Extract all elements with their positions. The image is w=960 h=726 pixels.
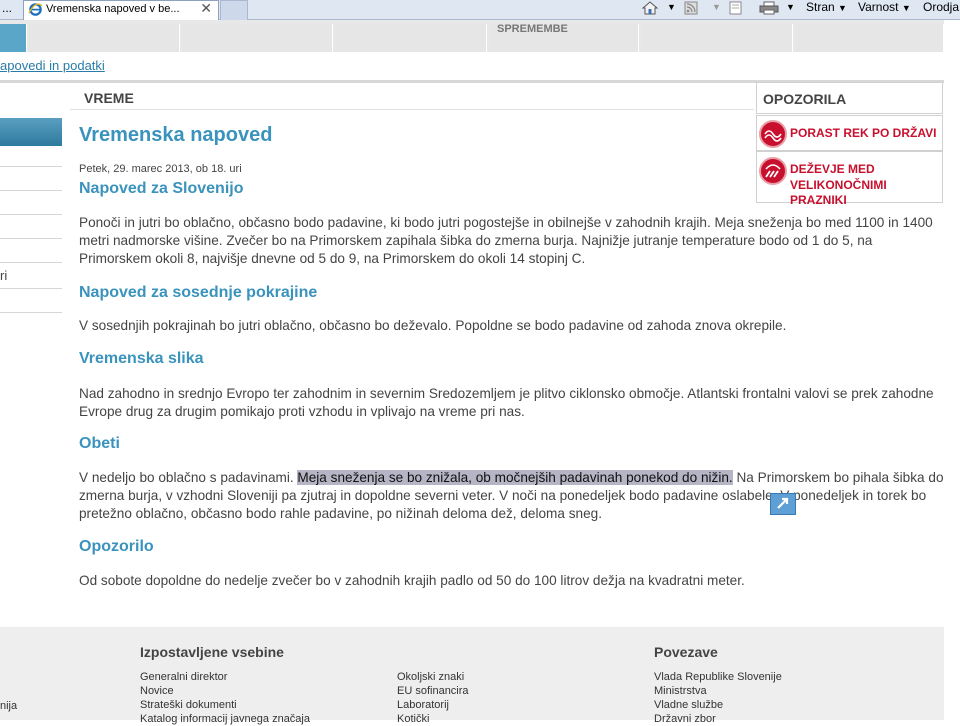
sidebar-item-label[interactable]: ri: [0, 268, 7, 283]
nav-item[interactable]: [335, 24, 487, 52]
sidebar-divider: [0, 238, 62, 239]
warnings-header-label: OPOZORILA: [763, 91, 847, 107]
text-vremenska-slika: Nad zahodno in srednjo Evropo ter zahodn…: [79, 386, 934, 419]
breadcrumb-link[interactable]: apovedi in podatki: [0, 58, 105, 73]
ie-logo-icon: [28, 3, 43, 16]
footer-link[interactable]: Novice: [140, 684, 174, 698]
text-obeti-before: V nedeljo bo oblačno s padavinami.: [79, 470, 298, 485]
page-footer: nija Izpostavljene vsebine Generalni dir…: [0, 627, 944, 725]
tools-menu[interactable]: Orodja: [923, 0, 959, 18]
forecast-date: Petek, 29. marec 2013, ob 18. uri: [79, 163, 242, 175]
browser-tab-bar: ... Vremenska napoved v be... ✕ ▼ ▼ ▼ St…: [0, 0, 960, 20]
section-header-label: VREME: [84, 90, 134, 106]
selected-text-highlight[interactable]: Meja sneženja se bo znižala, ob močnejši…: [297, 470, 733, 485]
sidebar-divider: [0, 166, 62, 167]
text-sosednje-pokrajine: V sosednjih pokrajinah bo jutri oblačno,…: [79, 318, 787, 333]
warning-item-rain[interactable]: DEŽEVJE MED VELIKONOČNIMI PRAZNIKI: [756, 151, 943, 207]
safety-menu-label: Varnost: [858, 0, 899, 14]
nav-item[interactable]: [795, 24, 944, 52]
section-header: VREME: [70, 84, 754, 110]
previous-tab-label: ...: [2, 1, 13, 15]
nav-item[interactable]: [641, 24, 793, 52]
nav-item-label: SPREMEMBE: [497, 23, 568, 35]
text-obeti: V nedeljo bo oblačno s padavinami. Meja …: [79, 469, 945, 523]
footer-link[interactable]: Kotički: [397, 712, 429, 726]
warning-item-label: PORAST REK PO DRŽAVI: [790, 126, 937, 140]
nav-item[interactable]: [29, 24, 180, 52]
heading-opozorilo: Opozorilo: [79, 538, 154, 555]
footer-heading-featured: Izpostavljene vsebine: [140, 644, 284, 660]
close-tab-icon[interactable]: ✕: [200, 0, 212, 17]
page-menu[interactable]: Stran ▼: [806, 0, 847, 18]
page-menu-label: Stran: [806, 0, 835, 14]
feeds-dropdown-icon[interactable]: ▼: [712, 0, 721, 18]
previous-tab[interactable]: ...: [0, 0, 22, 20]
sidebar-divider: [0, 214, 62, 215]
warning-item-label-line2: VELIKONOČNIMI PRAZNIKI: [790, 178, 887, 207]
page-menu-arrow-icon: ▼: [838, 3, 847, 13]
nav-item-active[interactable]: [0, 24, 27, 52]
heading-obeti: Obeti: [79, 435, 120, 452]
sidebar-divider: [0, 262, 62, 263]
warning-item-label-line1: DEŽEVJE MED: [790, 162, 875, 176]
sidebar-item-active[interactable]: [0, 118, 62, 146]
feeds-icon[interactable]: [684, 1, 700, 15]
heading-sosednje-pokrajine: Napoved za sosednje pokrajine: [79, 284, 318, 301]
footer-link[interactable]: Ministrstva: [654, 684, 707, 698]
footer-link[interactable]: Katalog informacij javnega značaja: [140, 712, 310, 726]
accelerator-icon[interactable]: [770, 493, 796, 515]
footer-link[interactable]: EU sofinancira: [397, 684, 469, 698]
footer-heading-links: Povezave: [654, 644, 718, 660]
sidebar-divider: [0, 288, 62, 289]
nav-item[interactable]: [182, 24, 333, 52]
footer-link[interactable]: Državni zbor: [654, 712, 716, 726]
print-dropdown-icon[interactable]: ▼: [786, 0, 795, 18]
heading-vremenska-slika: Vremenska slika: [79, 350, 204, 367]
footer-link[interactable]: Laboratorij: [397, 698, 449, 712]
sidebar-divider: [0, 312, 62, 313]
footer-link[interactable]: Generalni direktor: [140, 670, 227, 684]
safety-menu-arrow-icon: ▼: [901, 3, 911, 13]
safety-menu[interactable]: Varnost ▼: [858, 0, 911, 18]
footer-link[interactable]: nija: [0, 699, 17, 713]
heading-napoved-slovenija: Napoved za Slovenijo: [79, 180, 244, 197]
page-title: Vremenska napoved: [79, 124, 273, 146]
read-mail-icon[interactable]: [728, 1, 744, 15]
warnings-header: OPOZORILA: [756, 82, 943, 114]
accelerator-arrow-icon: [777, 497, 789, 509]
text-napoved-slovenija: Ponoči in jutri bo oblačno, občasno bodo…: [79, 215, 933, 266]
footer-link[interactable]: Okoljski znaki: [397, 670, 464, 684]
print-icon[interactable]: [758, 1, 780, 15]
home-dropdown-icon[interactable]: ▼: [667, 0, 676, 18]
warning-item-rivers[interactable]: PORAST REK PO DRŽAVI: [756, 115, 943, 151]
footer-link[interactable]: Vlada Republike Slovenije: [654, 670, 782, 684]
text-opozorilo: Od sobote dopoldne do nedelje zvečer bo …: [79, 573, 745, 588]
warning-swirl-icon: [759, 120, 787, 148]
new-tab-button[interactable]: [220, 0, 248, 20]
home-icon[interactable]: [640, 1, 660, 15]
sidebar-divider: [0, 190, 62, 191]
footer-link[interactable]: Vladne službe: [654, 698, 723, 712]
warning-rain-icon: [759, 157, 787, 185]
active-tab[interactable]: Vremenska napoved v be... ✕: [23, 0, 219, 20]
active-tab-title: Vremenska napoved v be...: [46, 3, 180, 15]
warnings-box: OPOZORILA PORAST REK PO DRŽAVI DEŽEVJE M…: [756, 82, 944, 207]
footer-link[interactable]: Strateški dokumenti: [140, 698, 237, 712]
